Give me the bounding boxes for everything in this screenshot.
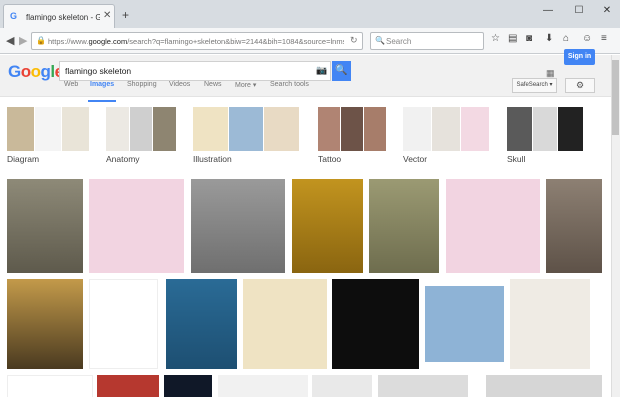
image-result[interactable] [369,179,439,273]
reload-icon[interactable]: ↻ [350,35,358,46]
image-result[interactable] [510,279,590,369]
image-result[interactable] [89,279,158,369]
safesearch-dropdown[interactable]: SafeSearch ▾ [512,78,557,93]
scrollbar-thumb[interactable] [612,60,619,135]
image-result[interactable] [218,375,308,397]
related-thumbnails [7,107,90,151]
related-thumbnails [403,107,489,151]
browser-search-input[interactable]: 🔍 Search [370,32,484,50]
image-result[interactable] [425,286,504,362]
new-tab-icon[interactable]: + [122,8,129,22]
related-thumbnails [507,107,584,151]
search-tabs: Web Images Shopping Videos News More ▾ S… [0,70,620,102]
related-label: Skull [507,154,526,164]
gear-icon[interactable]: ⚙ [565,78,595,93]
tab-videos[interactable]: Videos [169,81,190,88]
related-label: Tattoo [318,154,342,164]
image-result[interactable] [7,179,83,273]
related-thumbnails [318,107,386,151]
maximize-icon[interactable]: ☐ [566,2,592,20]
image-result[interactable] [312,375,372,397]
related-thumbnails [193,107,300,151]
related-searches: Diagram Anatomy Illustration Tattoo Vect… [0,103,611,167]
tab-search-tools[interactable]: Search tools [270,81,309,88]
chat-icon[interactable]: ☺ [582,33,592,44]
image-result[interactable] [546,179,602,273]
browser-tab[interactable]: G flamingo skeleton - Googl… ✕ [3,4,115,28]
back-icon[interactable]: ◀ [6,34,14,47]
related-tattoo[interactable]: Tattoo [318,107,386,165]
tab-images[interactable]: Images [90,81,114,88]
related-skull[interactable]: Skull [507,107,584,165]
tab-more[interactable]: More ▾ [235,81,256,89]
tab-web[interactable]: Web [64,81,78,88]
lock-icon: 🔒 [36,36,46,45]
browser-window: G flamingo skeleton - Googl… ✕ + — ☐ ✕ ◀… [0,0,620,397]
image-results-grid [0,170,611,397]
search-icon: 🔍 [375,36,385,45]
image-result[interactable] [191,179,285,273]
close-tab-icon[interactable]: ✕ [103,10,111,21]
related-label: Diagram [7,154,40,164]
tab-title: flamingo skeleton - Googl… [26,13,100,22]
pocket-icon[interactable]: ◙ [526,33,532,44]
google-favicon-icon: G [10,11,18,21]
close-window-icon[interactable]: ✕ [594,2,620,20]
image-result[interactable] [7,375,93,397]
image-result[interactable] [89,179,184,273]
related-vector[interactable]: Vector [403,107,489,165]
image-result[interactable] [97,375,159,397]
image-result[interactable] [446,179,540,273]
related-label: Illustration [193,154,232,164]
url-text: https://www.google.com/search?q=flamingo… [48,37,344,46]
image-result[interactable] [243,279,327,369]
tab-news[interactable]: News [204,81,222,88]
image-result[interactable] [166,279,237,369]
active-tab-indicator [88,100,116,102]
downloads-icon[interactable]: ⬇ [545,33,553,44]
related-label: Vector [403,154,428,164]
reading-list-icon[interactable]: ▤ [508,33,517,44]
related-anatomy[interactable]: Anatomy [106,107,177,165]
navigation-toolbar: ◀ ▶ 🔒 https://www.google.com/search?q=fl… [0,28,620,54]
minimize-icon[interactable]: — [535,2,561,20]
image-result[interactable] [292,179,363,273]
image-result[interactable] [486,375,602,397]
bookmark-star-icon[interactable]: ☆ [491,33,500,44]
home-icon[interactable]: ⌂ [563,33,569,44]
search-placeholder: Search [386,37,412,46]
related-diagram[interactable]: Diagram [7,107,90,165]
tab-strip: G flamingo skeleton - Googl… ✕ + — ☐ ✕ [0,0,620,28]
image-result[interactable] [7,279,83,369]
related-thumbnails [106,107,177,151]
related-illustration[interactable]: Illustration [193,107,300,165]
menu-icon[interactable]: ≡ [601,33,607,44]
related-label: Anatomy [106,154,140,164]
sign-in-button[interactable]: Sign in [564,49,595,65]
forward-icon[interactable]: ▶ [19,34,27,47]
image-result[interactable] [164,375,212,397]
image-result[interactable] [332,279,419,369]
address-bar[interactable]: 🔒 https://www.google.com/search?q=flamin… [31,32,363,50]
image-result[interactable] [378,375,468,397]
tab-shopping[interactable]: Shopping [127,81,157,88]
